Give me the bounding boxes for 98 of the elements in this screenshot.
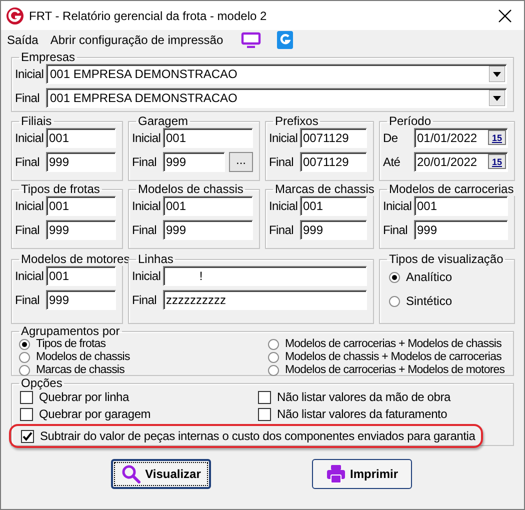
group-title: Tipos de visualização	[388, 252, 504, 266]
radio-button[interactable]	[268, 339, 279, 350]
group-title: Opções	[20, 376, 64, 390]
field-label: Final	[269, 155, 295, 169]
input-field[interactable]: zzzzzzzzzz	[163, 290, 367, 310]
group-title: Marcas de chassis	[274, 182, 376, 196]
checkbox-label[interactable]: Quebrar por linha	[39, 390, 129, 404]
field-label: Inicial	[132, 199, 162, 213]
group-title: Garagem	[137, 114, 190, 128]
checkbox[interactable]	[20, 408, 33, 420]
group-title: Prefixos	[274, 114, 320, 128]
field-label: Final	[132, 293, 158, 307]
input-field[interactable]: 001	[300, 196, 367, 216]
field-label: Final	[15, 91, 41, 105]
group-title: Tipos de frotas	[20, 182, 101, 196]
checkbox-label[interactable]: Subtrair do valor de peças internas o custo dos componentes enviados para garantia	[40, 429, 476, 443]
group-title: Modelos de chassis	[137, 182, 244, 196]
group-title: Empresas	[20, 50, 76, 64]
group-title: Agrupamentos por	[20, 324, 121, 338]
calendar-button[interactable]: 15	[488, 154, 506, 169]
window-title: FRT - Relatório gerencial da frota - modelo 2	[29, 8, 268, 22]
dropdown-arrow-icon[interactable]	[489, 90, 505, 106]
group-title: Modelos de motores	[20, 252, 131, 266]
group-title: Linhas	[137, 252, 174, 266]
field-label: Inicial	[269, 131, 299, 145]
menu-item[interactable]: Abrir configuração de impressão	[50, 33, 224, 47]
field-label: Inicial	[132, 131, 162, 145]
print-button[interactable]: Imprimir	[312, 459, 412, 489]
input-field[interactable]: 001	[46, 128, 116, 148]
input-field[interactable]: 999	[163, 220, 253, 240]
calendar-button[interactable]: 15	[488, 130, 506, 145]
field-label: Final	[15, 223, 41, 237]
field-label: Inicial	[15, 269, 45, 283]
group-title: Modelos de carrocerias	[388, 182, 515, 196]
input-field[interactable]: 001	[46, 266, 116, 286]
field-label: Final	[383, 223, 409, 237]
field-label: Até	[383, 155, 402, 169]
field-label: Inicial	[15, 199, 45, 213]
checkbox[interactable]	[258, 390, 271, 404]
input-field[interactable]: 999	[163, 152, 225, 172]
checkbox-label[interactable]: Não listar valores da mão de obra	[277, 390, 450, 404]
input-field[interactable]: 999	[414, 220, 508, 240]
radio-button[interactable]	[19, 365, 30, 376]
field-label: Inicial	[132, 269, 162, 283]
radio-label[interactable]: Tipos de frotas	[36, 338, 106, 351]
input-field[interactable]: 001	[163, 196, 253, 216]
radio-label[interactable]: Modelos de chassis + Modelos de carrocerias	[285, 351, 502, 364]
input-field[interactable]: 001	[414, 196, 508, 216]
search-icon	[121, 464, 142, 484]
group-title: Filiais	[20, 114, 53, 128]
checkbox[interactable]	[21, 430, 34, 442]
input-field[interactable]: 999	[46, 290, 116, 310]
radio-button[interactable]	[389, 272, 400, 282]
input-field[interactable]: 001	[163, 128, 253, 148]
preview-button[interactable]: Visualizar	[111, 459, 211, 489]
field-label: Final	[132, 155, 158, 169]
radio-button[interactable]	[268, 365, 279, 376]
radio-label[interactable]: Analítico	[406, 270, 452, 284]
app-logo-icon	[6, 6, 24, 24]
input-field[interactable]: 0071129	[300, 152, 367, 172]
menu-item[interactable]: Saída	[7, 33, 38, 47]
field-label: Final	[132, 223, 158, 237]
checkbox[interactable]	[258, 408, 271, 420]
input-field[interactable]: 999	[46, 152, 116, 172]
field-label: Final	[15, 155, 41, 169]
checkbox-label[interactable]: Não listar valores da faturamento	[277, 407, 448, 421]
dropdown[interactable]: 001 EMPRESA DEMONSTRACAO	[46, 64, 507, 84]
input-field[interactable]: 0071129	[300, 128, 367, 148]
radio-button[interactable]	[19, 339, 30, 350]
monitor-icon[interactable]	[241, 32, 262, 48]
group-title: Período	[388, 114, 432, 128]
close-icon[interactable]	[498, 8, 512, 22]
radio-button[interactable]	[268, 352, 279, 363]
printer-icon	[326, 464, 346, 484]
input-field[interactable]: 999	[46, 220, 116, 240]
radio-label[interactable]: Sintético	[406, 294, 452, 308]
field-label: De	[383, 131, 399, 145]
dropdown[interactable]: 001 EMPRESA DEMONSTRACAO	[46, 88, 507, 108]
radio-button[interactable]	[19, 352, 30, 363]
field-label: Inicial	[269, 199, 299, 213]
input-field[interactable]: 999	[300, 220, 367, 240]
radio-button[interactable]	[389, 296, 400, 306]
field-label: Inicial	[15, 131, 45, 145]
input-field[interactable]: 001	[46, 196, 116, 216]
field-label: Inicial	[15, 67, 45, 81]
radio-label[interactable]: Marcas de chassis	[36, 364, 124, 377]
app-logo-icon[interactable]	[277, 31, 294, 49]
field-label: Final	[15, 293, 41, 307]
dropdown-arrow-icon[interactable]	[489, 66, 505, 82]
checkbox-label[interactable]: Quebrar por garagem	[39, 407, 151, 421]
radio-label[interactable]: Modelos de chassis	[36, 351, 130, 364]
field-label: Inicial	[383, 199, 413, 213]
input-field[interactable]: !	[163, 266, 367, 286]
lookup-button[interactable]: ...	[229, 152, 253, 172]
field-label: Final	[269, 223, 295, 237]
radio-label[interactable]: Modelos de carrocerias + Modelos de chassis	[285, 338, 502, 351]
checkbox[interactable]	[20, 390, 33, 404]
radio-label[interactable]: Modelos de carrocerias + Modelos de motores	[285, 364, 505, 377]
